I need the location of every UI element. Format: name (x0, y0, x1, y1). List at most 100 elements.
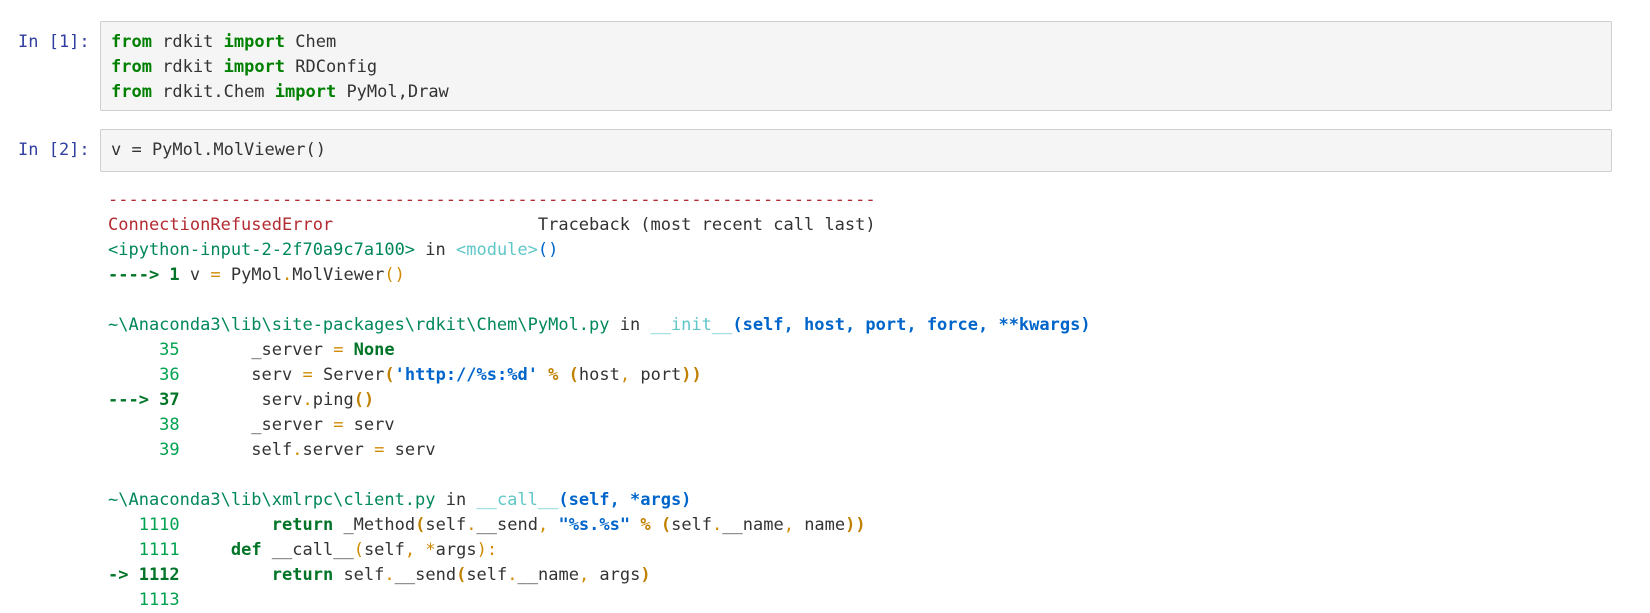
code-token: RDConfig (285, 57, 378, 77)
code-token: from (111, 32, 152, 52)
code-token: import (223, 57, 286, 77)
output-token: . (507, 565, 518, 585)
output-line: 36 serv = Server('http://%s:%d' % (host,… (108, 363, 1608, 388)
output-token: = (333, 415, 344, 435)
output-token: Traceback (most recent call last) (333, 215, 876, 235)
output-token: , (404, 540, 416, 560)
output-token: self (671, 515, 713, 535)
output-token: <ipython-input-2-2f70a9c7a100> (108, 240, 416, 260)
output-token: () (537, 240, 559, 260)
output-line: -> 1112 return self.__send(self.__name, … (108, 563, 1608, 588)
output-token: return (271, 565, 334, 585)
code-line: from rdkit.Chem import PyMol,Draw (111, 80, 1601, 105)
output-token (180, 565, 272, 585)
output-token: MolViewer (292, 265, 385, 285)
output-token: return (271, 515, 334, 535)
output-token: , (578, 565, 590, 585)
output-line: 1113 (108, 588, 1608, 613)
output-token: _server (179, 340, 334, 360)
output-token: __send (476, 515, 538, 535)
code-token: rdkit.Chem (151, 82, 275, 102)
output-line: 1111 def __call__(self, *args): (108, 538, 1608, 563)
output-token (415, 540, 425, 560)
code-token: v = PyMol.MolViewer() (111, 140, 326, 160)
output-line: <ipython-input-2-2f70a9c7a100> in <modul… (108, 238, 1608, 263)
code-line: from rdkit import Chem (111, 30, 1601, 55)
output-line: ----> 1 v = PyMol.MolViewer() (108, 263, 1608, 288)
output-token: __init__ (650, 315, 733, 335)
output-token: def (230, 540, 262, 560)
output-token: ( (353, 540, 364, 560)
code-token: PyMol,Draw (336, 82, 449, 102)
output-token: % (537, 365, 569, 385)
output-token: ~\Anaconda3\lib\xmlrpc\client.py (108, 490, 436, 510)
output-token: serv (384, 440, 436, 460)
output-token: )) (845, 515, 866, 535)
code-input-area[interactable]: from rdkit import Chem from rdkit import … (100, 21, 1612, 111)
output-token: , (537, 515, 559, 535)
output-line: ~\Anaconda3\lib\xmlrpc\client.py in __ca… (108, 488, 1608, 513)
output-token (180, 515, 272, 535)
output-token: ----> 1 (108, 265, 180, 285)
output-token: None (343, 340, 395, 360)
output-token: name (793, 515, 846, 535)
output-token: v (179, 265, 211, 285)
output-token: . (282, 265, 293, 285)
output-token: serv (179, 390, 303, 410)
output-token: 1111 (108, 540, 180, 560)
output-token: -> 1112 (108, 565, 180, 585)
output-token: in (415, 240, 456, 260)
output-token: 36 (108, 365, 180, 385)
output-token (180, 540, 231, 560)
output-token: Server (312, 365, 385, 385)
output-token: 1110 (108, 515, 180, 535)
code-token: import (274, 82, 337, 102)
output-token: ( (384, 365, 395, 385)
output-token: self (466, 565, 508, 585)
output-token: in (609, 315, 651, 335)
output-token: = (302, 365, 313, 385)
output-token: () (384, 265, 405, 285)
output-token: args (435, 540, 477, 560)
output-line: ----------------------------------------… (108, 188, 1608, 213)
code-token: Chem (285, 32, 337, 52)
output-token: 38 (108, 415, 180, 435)
output-line: 1110 return _Method(self.__send, "%s.%s"… (108, 513, 1608, 538)
output-token: ( (415, 515, 426, 535)
output-token: = (210, 265, 221, 285)
output-token: ----------------------------------------… (108, 190, 876, 210)
output-token: % (630, 515, 661, 535)
output-token: serv (343, 415, 395, 435)
output-token: ( (660, 515, 672, 535)
output-token: 39 (108, 440, 180, 460)
code-token: import (223, 32, 286, 52)
output-token: __send (394, 565, 457, 585)
code-token: rdkit (151, 57, 224, 77)
output-token: _server (179, 415, 334, 435)
output-line: ConnectionRefusedError Traceback (most r… (108, 213, 1608, 238)
output-token: . (466, 515, 477, 535)
cell-prompt: In [1]: (18, 32, 90, 52)
output-token: = (374, 440, 385, 460)
output-token: _Method (333, 515, 416, 535)
code-line: from rdkit import RDConfig (111, 55, 1601, 80)
output-token: __call__ (476, 490, 559, 510)
output-token: , (783, 515, 794, 535)
code-token: rdkit (151, 32, 224, 52)
output-token: 'http://%s:%d' (394, 365, 538, 385)
output-token: 1113 (108, 590, 180, 610)
output-token: ( (568, 365, 579, 385)
output-token: __call__ (261, 540, 354, 560)
output-token: . (712, 515, 723, 535)
output-token: self (179, 440, 293, 460)
code-input-area[interactable]: v = PyMol.MolViewer() (100, 129, 1612, 172)
output-line: ---> 37 serv.ping() (108, 388, 1608, 413)
output-token: host (578, 365, 620, 385)
output-token: ---> 37 (108, 390, 180, 410)
output-token: port (630, 365, 682, 385)
output-token: serv (179, 365, 303, 385)
output-token: () (353, 390, 375, 410)
output-token: ConnectionRefusedError (108, 215, 334, 235)
code-token: from (111, 57, 152, 77)
